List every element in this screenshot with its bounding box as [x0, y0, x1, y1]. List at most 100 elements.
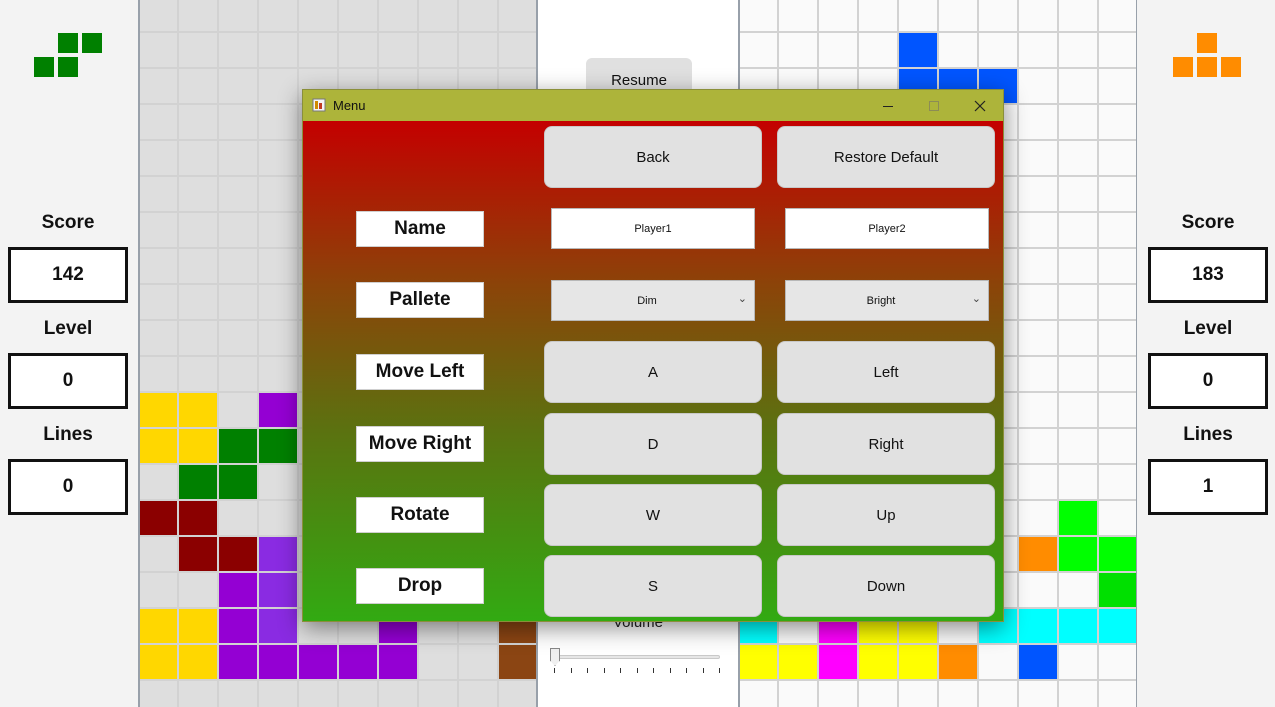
preview-block — [1196, 32, 1218, 54]
empty-cell — [178, 248, 218, 284]
menu-dialog: Menu Back Restore Default Name Pallete D… — [302, 89, 1004, 622]
player1-drop-key[interactable]: S — [544, 555, 762, 617]
empty-cell — [258, 32, 298, 68]
empty-cell — [178, 176, 218, 212]
block-cell — [258, 644, 298, 680]
empty-cell — [1058, 212, 1098, 248]
player2-score-value: 183 — [1148, 247, 1268, 303]
minimize-icon — [883, 105, 893, 107]
empty-cell — [218, 32, 258, 68]
close-button[interactable] — [957, 90, 1003, 121]
block-cell — [818, 644, 858, 680]
slider-tick — [719, 668, 720, 673]
empty-cell — [1098, 68, 1136, 104]
block-cell — [1058, 536, 1098, 572]
slider-tick — [653, 668, 654, 673]
empty-cell — [1018, 176, 1058, 212]
empty-cell — [140, 140, 178, 176]
volume-slider-thumb[interactable] — [550, 648, 560, 666]
slider-tick — [669, 668, 671, 673]
empty-cell — [818, 32, 858, 68]
name-label: Name — [356, 211, 484, 247]
block-cell — [178, 536, 218, 572]
empty-cell — [178, 212, 218, 248]
empty-cell — [898, 0, 938, 32]
empty-cell — [458, 32, 498, 68]
empty-cell — [218, 680, 258, 707]
player2-name-input[interactable] — [785, 208, 989, 249]
player1-move-right-key[interactable]: D — [544, 413, 762, 475]
volume-slider[interactable] — [550, 646, 720, 676]
empty-cell — [258, 356, 298, 392]
empty-cell — [978, 644, 1018, 680]
empty-cell — [140, 572, 178, 608]
empty-cell — [1098, 464, 1136, 500]
empty-cell — [178, 572, 218, 608]
player1-lines-label: Lines — [43, 424, 93, 445]
drop-label: Drop — [356, 568, 484, 604]
block-cell — [258, 608, 298, 644]
block-cell — [140, 392, 178, 428]
empty-cell — [140, 248, 178, 284]
tetris-app: Score 142 Level 0 Lines 0 Resume Volume … — [0, 0, 1275, 707]
empty-cell — [258, 140, 298, 176]
block-cell — [258, 428, 298, 464]
empty-cell — [178, 32, 218, 68]
empty-cell — [178, 284, 218, 320]
empty-cell — [1018, 248, 1058, 284]
empty-cell — [218, 284, 258, 320]
empty-cell — [740, 0, 778, 32]
empty-cell — [1098, 284, 1136, 320]
maximize-button[interactable] — [911, 90, 957, 121]
empty-cell — [178, 140, 218, 176]
block-cell — [218, 536, 258, 572]
block-cell — [218, 644, 258, 680]
empty-cell — [218, 248, 258, 284]
empty-cell — [218, 104, 258, 140]
empty-cell — [140, 680, 178, 707]
player2-move-left-key[interactable]: Left — [777, 341, 995, 403]
player2-pallete-select[interactable]: Bright ⌄ — [785, 280, 989, 321]
empty-cell — [1058, 68, 1098, 104]
empty-cell — [1058, 356, 1098, 392]
restore-default-button[interactable]: Restore Default — [777, 126, 995, 188]
player1-rotate-key[interactable]: W — [544, 484, 762, 546]
empty-cell — [1098, 32, 1136, 68]
empty-cell — [258, 68, 298, 104]
empty-cell — [1018, 320, 1058, 356]
slider-tick — [702, 668, 704, 673]
empty-cell — [1098, 248, 1136, 284]
block-cell — [178, 464, 218, 500]
empty-cell — [1018, 464, 1058, 500]
player1-pallete-select[interactable]: Dim ⌄ — [551, 280, 755, 321]
empty-cell — [140, 176, 178, 212]
empty-cell — [1098, 140, 1136, 176]
player2-lines-label: Lines — [1183, 424, 1233, 445]
empty-cell — [140, 356, 178, 392]
minimize-button[interactable] — [865, 90, 911, 121]
block-cell — [258, 572, 298, 608]
empty-cell — [938, 32, 978, 68]
empty-cell — [740, 680, 778, 707]
player1-name-input[interactable] — [551, 208, 755, 249]
empty-cell — [140, 68, 178, 104]
empty-cell — [1058, 464, 1098, 500]
empty-cell — [298, 0, 338, 32]
player2-move-right-key[interactable]: Right — [777, 413, 995, 475]
block-cell — [140, 500, 178, 536]
dialog-titlebar[interactable]: Menu — [303, 90, 1003, 121]
empty-cell — [418, 680, 458, 707]
empty-cell — [140, 284, 178, 320]
empty-cell — [1058, 680, 1098, 707]
slider-tick — [636, 668, 638, 673]
player1-move-left-key[interactable]: A — [544, 341, 762, 403]
player1-panel: Score 142 Level 0 Lines 0 — [0, 0, 138, 707]
empty-cell — [140, 0, 178, 32]
back-button[interactable]: Back — [544, 126, 762, 188]
move-left-label: Move Left — [356, 354, 484, 390]
empty-cell — [1058, 32, 1098, 68]
player1-level-value: 0 — [8, 353, 128, 409]
player2-rotate-key[interactable]: Up — [777, 484, 995, 546]
app-icon — [312, 98, 326, 112]
player2-drop-key[interactable]: Down — [777, 555, 995, 617]
